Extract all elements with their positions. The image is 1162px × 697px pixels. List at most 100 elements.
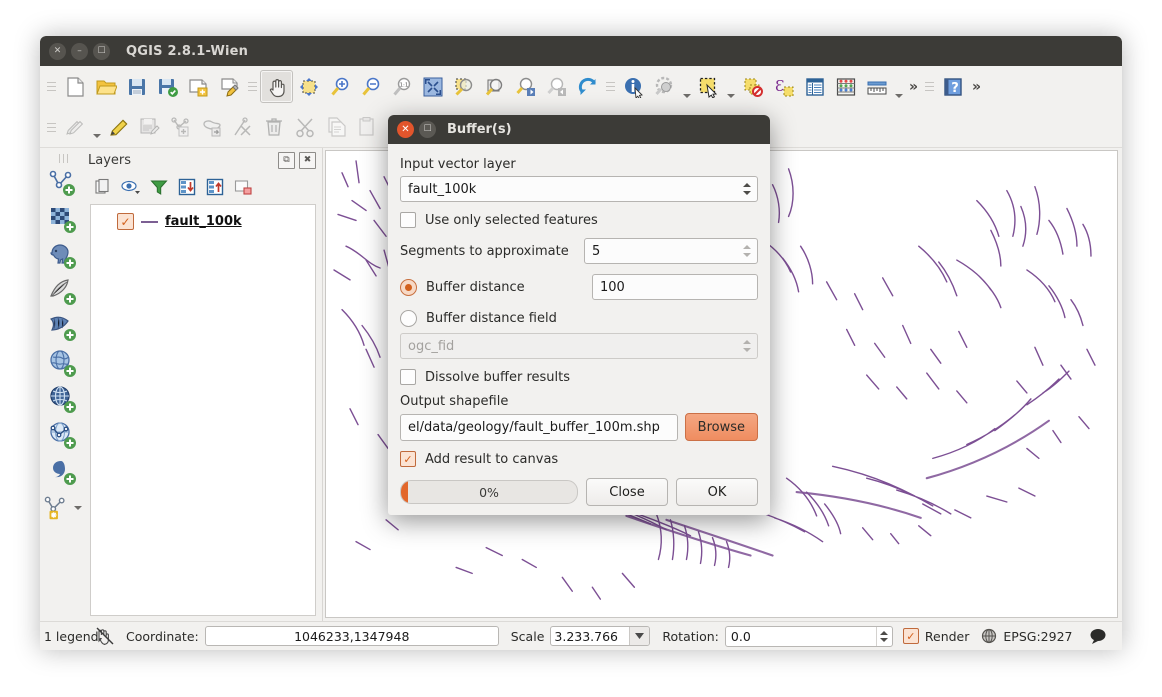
segments-down-arrow[interactable] <box>743 253 751 257</box>
zoom-last-icon[interactable] <box>510 71 541 102</box>
speech-bubble-icon[interactable] <box>1089 628 1107 644</box>
move-feature-icon[interactable] <box>196 112 227 143</box>
zoom-in-icon[interactable] <box>324 71 355 102</box>
buffer-field-up-arrow[interactable] <box>743 340 751 344</box>
zoom-to-selection-icon[interactable] <box>448 71 479 102</box>
segments-stepper[interactable] <box>743 239 751 263</box>
crs-label[interactable]: EPSG:2927 <box>1003 629 1072 644</box>
dissolve-row[interactable]: ✓ Dissolve buffer results <box>400 369 758 385</box>
messages-icon[interactable] <box>96 627 114 645</box>
select-dropdown-arrow[interactable] <box>724 67 737 107</box>
save-layer-edits-icon[interactable] <box>134 112 165 143</box>
rotation-spinbox[interactable]: 0.0 <box>724 625 893 647</box>
zoom-out-icon[interactable] <box>355 71 386 102</box>
scale-dropdown-arrow[interactable] <box>629 627 650 645</box>
select-by-expression-icon[interactable]: Ɛ <box>768 71 799 102</box>
toolbar-handle[interactable] <box>52 154 74 163</box>
dissolve-checkbox[interactable]: ✓ <box>400 369 416 385</box>
open-attribute-table-icon[interactable] <box>799 71 830 102</box>
manage-layer-visibility-icon[interactable] <box>120 176 142 198</box>
zoom-to-layer-icon[interactable] <box>479 71 510 102</box>
rotation-stepper[interactable] <box>875 626 892 646</box>
new-shapefile-layer-group[interactable] <box>40 490 86 526</box>
collapse-all-icon[interactable] <box>204 176 226 198</box>
buffer-distance-radio[interactable] <box>400 278 417 296</box>
map-tips-icon[interactable] <box>649 71 680 102</box>
float-panel-button[interactable]: ⧉ <box>278 151 295 169</box>
scale-combo[interactable]: 3.233.766 <box>550 626 651 646</box>
composer-manager-icon[interactable] <box>214 71 245 102</box>
zoom-native-icon[interactable]: 1:1 <box>386 71 417 102</box>
toolbar-handle[interactable] <box>47 116 56 138</box>
segments-spinbox[interactable]: 5 <box>584 238 758 264</box>
render-checkbox[interactable]: ✓ <box>902 628 919 644</box>
buffer-distance-field-combo[interactable]: ogc_fid <box>400 333 758 359</box>
zoom-full-icon[interactable] <box>417 71 448 102</box>
pan-to-selection-icon[interactable] <box>293 71 324 102</box>
add-delimited-text-layer-icon[interactable] <box>45 454 81 490</box>
paste-features-icon[interactable] <box>351 112 382 143</box>
measure-dropdown-arrow[interactable] <box>892 67 905 107</box>
new-shapefile-layer-icon[interactable] <box>42 490 72 526</box>
deselect-features-icon[interactable] <box>737 71 768 102</box>
input-layer-up-arrow[interactable] <box>743 183 751 187</box>
buffer-distance-field-radio[interactable] <box>400 310 417 327</box>
save-project-icon[interactable] <box>121 71 152 102</box>
segments-up-arrow[interactable] <box>743 245 751 249</box>
measure-line-icon[interactable] <box>861 71 892 102</box>
use-selected-features-checkbox[interactable]: ✓ <box>400 212 416 228</box>
close-button[interactable]: Close <box>586 478 668 506</box>
add-feature-icon[interactable] <box>165 112 196 143</box>
minimize-window-button[interactable]: – <box>71 42 88 60</box>
add-group-icon[interactable] <box>92 176 114 198</box>
add-wcs-layer-icon[interactable] <box>45 382 81 418</box>
add-spatialite-layer-icon[interactable] <box>45 274 81 310</box>
use-selected-features-row[interactable]: ✓ Use only selected features <box>400 212 758 228</box>
close-window-button[interactable]: ✕ <box>49 42 66 60</box>
rotation-down-arrow[interactable] <box>880 637 889 642</box>
coordinate-input[interactable]: 1046233,1347948 <box>204 626 499 646</box>
add-wms-layer-icon[interactable] <box>45 346 81 382</box>
buffer-distance-input[interactable]: 100 <box>592 274 758 300</box>
toolbar-overflow-icon[interactable]: » <box>905 79 922 95</box>
add-wfs-layer-icon[interactable] <box>45 418 81 454</box>
add-postgis-layer-icon[interactable] <box>45 238 81 274</box>
toggle-editing-icon[interactable] <box>103 112 134 143</box>
toolbar-handle[interactable] <box>606 76 615 98</box>
ok-button[interactable]: OK <box>676 478 758 506</box>
node-tool-icon[interactable] <box>227 112 258 143</box>
close-panel-button[interactable]: ✖ <box>299 151 316 169</box>
layer-item-fault_100k[interactable]: ✓ fault_100k <box>91 205 315 230</box>
new-layer-dropdown-arrow[interactable] <box>72 498 85 518</box>
rotation-up-arrow[interactable] <box>880 630 889 635</box>
copy-features-icon[interactable] <box>320 112 351 143</box>
cut-features-icon[interactable] <box>289 112 320 143</box>
filter-legend-icon[interactable] <box>148 176 170 198</box>
new-project-icon[interactable] <box>59 71 90 102</box>
add-result-to-canvas-row[interactable]: ✓ Add result to canvas <box>400 451 758 467</box>
layers-tree[interactable]: ✓ fault_100k <box>90 204 316 616</box>
input-layer-down-arrow[interactable] <box>743 191 751 195</box>
crs-globe-icon[interactable] <box>981 628 997 644</box>
dialog-close-button[interactable]: ✕ <box>397 121 414 138</box>
dialog-maximize-button[interactable]: ☐ <box>419 121 436 138</box>
expand-all-icon[interactable] <box>176 176 198 198</box>
pan-map-icon[interactable] <box>260 70 293 103</box>
output-shapefile-input[interactable]: el/data/geology/fault_buffer_100m.shp <box>400 413 678 441</box>
add-result-to-canvas-checkbox[interactable]: ✓ <box>400 451 416 467</box>
toolbar-handle[interactable] <box>925 76 935 98</box>
save-project-as-icon[interactable] <box>152 71 183 102</box>
toolbar-overflow-2-icon[interactable]: » <box>968 79 985 95</box>
add-raster-layer-icon[interactable] <box>45 202 81 238</box>
open-project-icon[interactable] <box>90 71 121 102</box>
delete-selected-icon[interactable] <box>258 112 289 143</box>
help-icon[interactable]: ? <box>937 71 968 102</box>
toolbar-handle[interactable] <box>47 76 56 98</box>
refresh-icon[interactable] <box>572 71 603 102</box>
new-print-composer-icon[interactable] <box>183 71 214 102</box>
zoom-next-icon[interactable] <box>541 71 572 102</box>
select-features-icon[interactable] <box>693 71 724 102</box>
identify-features-icon[interactable] <box>618 71 649 102</box>
field-calculator-icon[interactable] <box>830 71 861 102</box>
toolbar-handle[interactable] <box>248 76 257 98</box>
